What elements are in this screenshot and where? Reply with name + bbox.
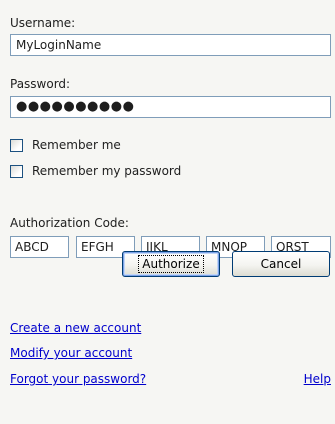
remember-password-label: Remember my password — [32, 164, 182, 178]
modify-account-link[interactable]: Modify your account — [10, 346, 132, 360]
remember-me-checkbox[interactable] — [10, 138, 23, 152]
create-account-link[interactable]: Create a new account — [10, 321, 141, 335]
authorization-code-field-1[interactable]: ABCD — [10, 236, 69, 258]
authorize-button[interactable]: Authorize — [122, 251, 220, 277]
login-dialog: Username: MyLoginName Password: ●●●●●●●●… — [0, 0, 335, 424]
authorize-button-label: Authorize — [138, 255, 204, 273]
help-link[interactable]: Help — [304, 372, 331, 386]
password-field[interactable]: ●●●●●●●●●● — [10, 96, 331, 118]
authorization-code-label: Authorization Code: — [10, 216, 129, 230]
remember-me-label: Remember me — [32, 138, 121, 152]
username-label: Username: — [10, 16, 76, 30]
remember-me-row[interactable]: Remember me — [10, 137, 121, 153]
remember-password-checkbox[interactable] — [10, 164, 23, 178]
cancel-button[interactable]: Cancel — [232, 251, 330, 277]
forgot-password-link[interactable]: Forgot your password? — [10, 372, 146, 386]
remember-password-row[interactable]: Remember my password — [10, 163, 181, 179]
cancel-button-label: Cancel — [260, 257, 302, 271]
password-label: Password: — [10, 77, 71, 91]
username-field[interactable]: MyLoginName — [10, 34, 331, 56]
